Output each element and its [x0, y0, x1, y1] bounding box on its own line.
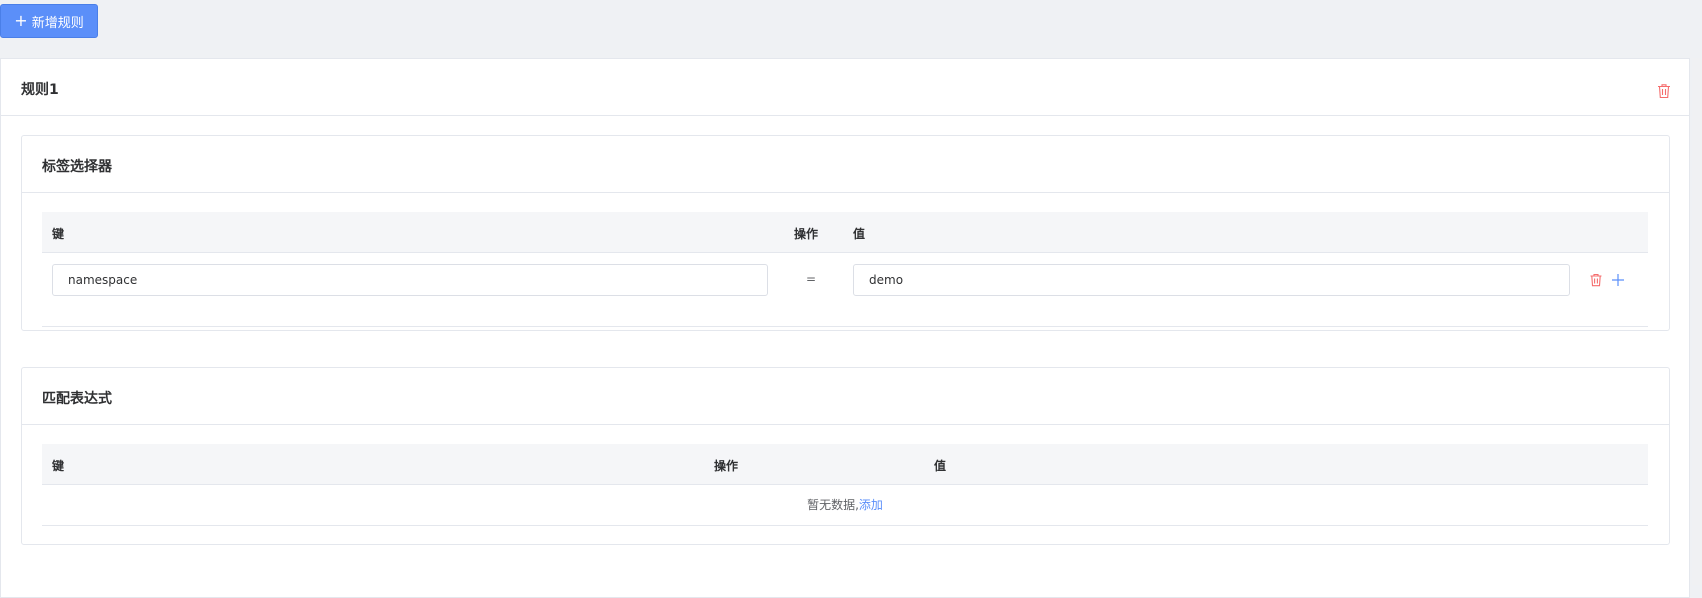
scrollbar-track[interactable]: [1692, 58, 1702, 585]
match-expressions-title: 匹配表达式: [42, 391, 112, 407]
match-expressions-panel: 匹配表达式 键 操作 值 暂无数据,添加: [21, 367, 1670, 545]
key-input[interactable]: [52, 264, 768, 296]
empty-text: 暂无数据,: [807, 498, 859, 512]
label-selector-table: 键 操作 值 =: [42, 212, 1648, 327]
column-operator: 操作: [794, 227, 819, 241]
plus-icon: +: [14, 10, 28, 30]
label-selector-title: 标签选择器: [42, 159, 112, 175]
column-key: 键: [52, 227, 65, 241]
operator-text[interactable]: =: [806, 272, 816, 286]
column-key: 键: [52, 459, 65, 473]
trash-icon[interactable]: [1589, 273, 1603, 287]
table-row: =: [42, 253, 1648, 327]
match-expressions-table-header: 键 操作 值: [42, 444, 1648, 485]
rule-card: 规则1 标签选择器 键 操作 值 =: [0, 58, 1690, 598]
label-selector-header: 标签选择器: [22, 136, 1669, 193]
column-operator: 操作: [714, 459, 739, 473]
empty-state: 暂无数据,添加: [42, 485, 1648, 526]
match-expressions-header: 匹配表达式: [22, 368, 1669, 425]
plus-icon[interactable]: [1611, 273, 1625, 287]
column-value: 值: [934, 459, 947, 473]
column-value: 值: [853, 227, 866, 241]
value-input[interactable]: [853, 264, 1570, 296]
match-expressions-table: 键 操作 值 暂无数据,添加: [42, 444, 1648, 526]
rule-title: 规则1: [21, 82, 59, 98]
label-selector-table-header: 键 操作 值: [42, 212, 1648, 253]
trash-icon[interactable]: [1657, 83, 1671, 99]
add-rule-label: 新增规则: [31, 15, 84, 31]
label-selector-panel: 标签选择器 键 操作 值 =: [21, 135, 1670, 331]
rule-header: 规则1: [1, 59, 1689, 116]
add-rule-button[interactable]: + 新增规则: [0, 4, 98, 38]
add-expression-link[interactable]: 添加: [859, 498, 883, 512]
